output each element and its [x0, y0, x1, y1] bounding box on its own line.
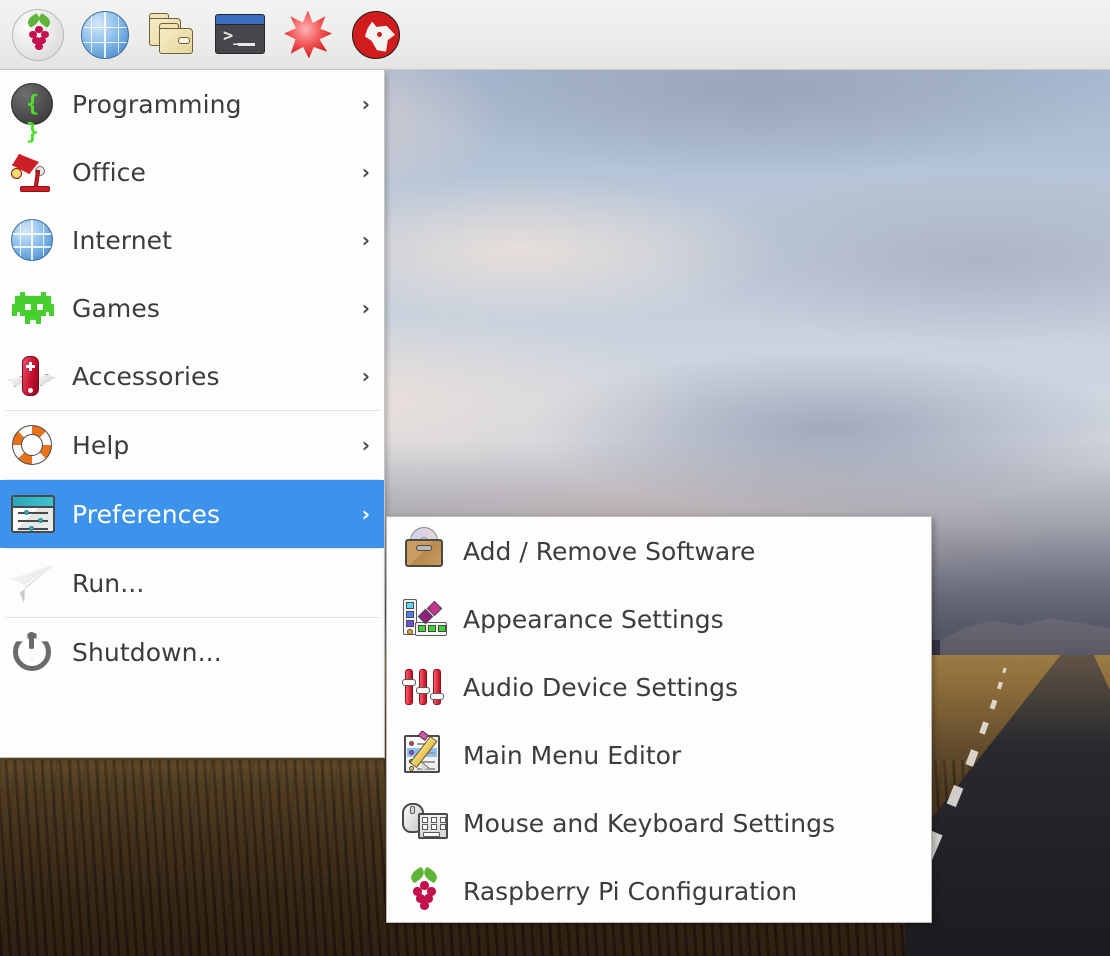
submenu-item-label: Main Menu Editor: [463, 740, 682, 770]
submenu-item-label: Raspberry Pi Configuration: [463, 876, 798, 906]
color-swatches-icon: [399, 595, 449, 643]
main-menu-item-label: Help: [72, 430, 130, 460]
submenu-item-label: Audio Device Settings: [463, 672, 738, 702]
chevron-right-icon: ›: [361, 92, 370, 116]
main-menu-item-label: Shutdown...: [72, 637, 222, 667]
wolf-icon: [352, 10, 400, 59]
taskbar-file-manager-button[interactable]: [142, 5, 202, 65]
chevron-right-icon: ›: [361, 502, 370, 526]
desk-lamp-icon: [8, 148, 60, 196]
taskbar-web-browser-button[interactable]: [74, 5, 134, 65]
main-menu-item-label: Office: [72, 157, 146, 187]
terminal-icon: >_: [215, 13, 265, 54]
preferences-icon: [8, 490, 60, 538]
main-menu-item-label: Preferences: [72, 499, 221, 529]
mouse-keyboard-icon: [399, 799, 449, 847]
main-menu-item-label: Games: [72, 293, 160, 323]
main-menu-item-preferences[interactable]: Preferences ›: [0, 480, 384, 548]
chevron-right-icon: ›: [361, 160, 370, 184]
submenu-item-raspberry-pi-configuration[interactable]: Raspberry Pi Configuration: [387, 857, 931, 922]
main-menu-item-run[interactable]: Run...: [0, 549, 384, 617]
chevron-right-icon: ›: [361, 433, 370, 457]
globe-icon: [81, 10, 129, 59]
software-box-icon: [399, 527, 449, 575]
taskbar-terminal-button[interactable]: >_: [210, 5, 270, 65]
main-menu-item-label: Run...: [72, 568, 145, 598]
space-invader-icon: [8, 284, 60, 332]
submenu-item-label: Add / Remove Software: [463, 536, 756, 566]
power-icon: [8, 628, 60, 676]
submenu-item-audio-device-settings[interactable]: Audio Device Settings: [387, 653, 931, 721]
starburst-icon: [284, 10, 332, 59]
submenu-item-mouse-and-keyboard-settings[interactable]: Mouse and Keyboard Settings: [387, 789, 931, 857]
taskbar: >_: [0, 0, 1110, 70]
taskbar-mathematica-button[interactable]: [278, 5, 338, 65]
raspberry-pi-icon: [399, 866, 449, 915]
main-menu-item-office[interactable]: Office ›: [0, 138, 384, 206]
main-menu-item-accessories[interactable]: Accessories ›: [0, 342, 384, 410]
paper-plane-icon: [8, 559, 60, 607]
submenu-item-label: Appearance Settings: [463, 604, 724, 634]
main-menu-item-internet[interactable]: Internet ›: [0, 206, 384, 274]
chevron-right-icon: ›: [361, 364, 370, 388]
submenu-item-label: Mouse and Keyboard Settings: [463, 808, 836, 838]
preferences-submenu-panel: Add / Remove Software Appearance Settings…: [386, 516, 932, 923]
main-menu-panel: { } Programming › Office › Internet › Games › Acc…: [0, 70, 385, 758]
taskbar-wolfram-button[interactable]: [346, 5, 406, 65]
main-menu-item-label: Programming: [72, 89, 242, 119]
code-braces-icon: { }: [8, 80, 60, 145]
main-menu-item-label: Accessories: [72, 361, 220, 391]
menu-editor-icon: [399, 729, 449, 779]
chevron-right-icon: ›: [361, 296, 370, 320]
globe-icon: [8, 216, 60, 264]
audio-sliders-icon: [399, 663, 449, 711]
submenu-item-main-menu-editor[interactable]: Main Menu Editor: [387, 721, 931, 789]
submenu-item-appearance-settings[interactable]: Appearance Settings: [387, 585, 931, 653]
chevron-right-icon: ›: [361, 228, 370, 252]
main-menu-item-games[interactable]: Games ›: [0, 274, 384, 342]
folder-icon: [147, 12, 199, 57]
main-menu-item-help[interactable]: Help ›: [0, 411, 384, 479]
main-menu-item-programming[interactable]: { } Programming ›: [0, 70, 384, 145]
taskbar-menu-button[interactable]: [6, 5, 66, 65]
raspberry-pi-icon: [12, 8, 64, 61]
swiss-knife-icon: [8, 352, 60, 400]
life-ring-icon: [8, 421, 60, 469]
main-menu-item-label: Internet: [72, 225, 173, 255]
submenu-item-add-remove-software[interactable]: Add / Remove Software: [387, 517, 931, 585]
main-menu-item-shutdown[interactable]: Shutdown...: [0, 618, 384, 686]
